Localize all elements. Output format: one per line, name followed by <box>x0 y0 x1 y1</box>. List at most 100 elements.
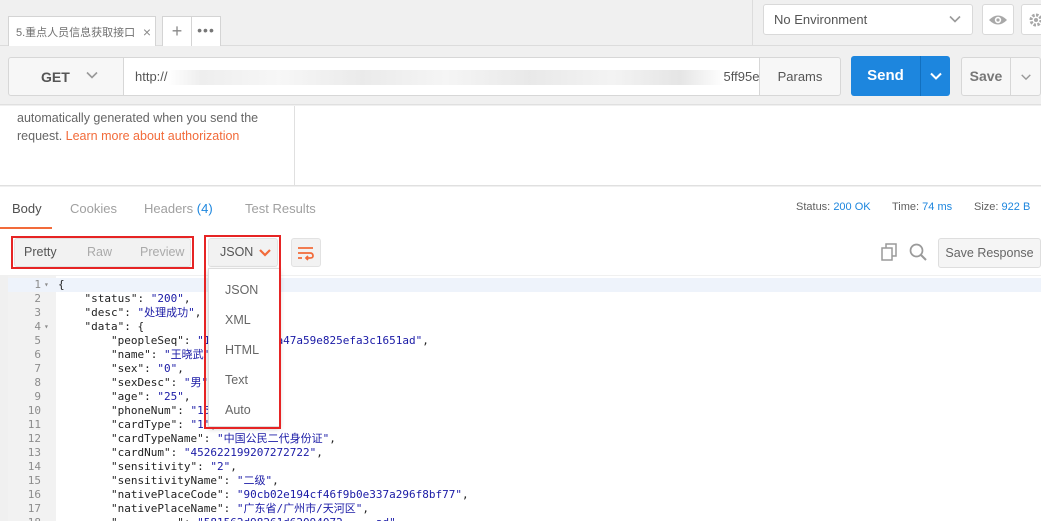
save-response-button[interactable]: Save Response <box>938 238 1041 268</box>
line-number: 14 <box>27 460 41 473</box>
copy-response-button[interactable] <box>878 241 900 263</box>
code-line: 14 "sensitivity": "2", <box>8 460 1041 474</box>
settings-button[interactable] <box>1021 4 1041 35</box>
method-select[interactable]: GET <box>8 57 124 96</box>
code-line: 2 "status": "200", <box>8 292 1041 306</box>
line-number: 1 <box>34 278 41 291</box>
fold-toggle-icon[interactable]: ▾ <box>44 320 54 334</box>
code-text: "sensitivity": "2", <box>110 460 237 473</box>
code-text: "nativePlaceName": "广东省/广州市/天河区", <box>110 502 369 515</box>
chevron-down-icon <box>929 72 942 80</box>
code-line: 7 "sex": "0", <box>8 362 1041 376</box>
url-redacted <box>167 70 724 86</box>
tab-headers[interactable]: Headers (4) <box>144 201 213 216</box>
size-value: 922 B <box>1001 201 1031 213</box>
line-number: 2 <box>34 292 41 305</box>
code-text: " ": "581562d98261d62094072 ad" <box>58 516 396 521</box>
url-prefix: http:// <box>135 69 168 84</box>
code-text: "name": "王晓武", <box>110 348 217 361</box>
send-options-button[interactable] <box>920 56 950 96</box>
line-number: 10 <box>27 404 41 417</box>
params-button[interactable]: Params <box>759 57 841 96</box>
code-line: 17 "nativePlaceName": "广东省/广州市/天河区", <box>8 502 1041 516</box>
code-line: 10 "phoneNum": "15", <box>8 404 1041 418</box>
code-line: 6 "name": "王晓武", <box>8 348 1041 362</box>
code-text: "status": "200", <box>84 292 191 305</box>
line-number: 7 <box>34 362 41 375</box>
line-number: 17 <box>27 502 41 515</box>
line-number: 13 <box>27 446 41 459</box>
search-icon <box>909 243 927 261</box>
code-line: 1 ▾ { <box>8 278 1041 292</box>
code-text: "sexDesc": "男", <box>110 376 215 389</box>
code-text: "age": "25", <box>110 390 191 403</box>
line-number: 3 <box>34 306 41 319</box>
more-tabs-button[interactable]: ••• <box>192 16 221 46</box>
environment-quick-look-button[interactable] <box>982 4 1014 35</box>
copy-icon <box>881 243 897 261</box>
save-options-button[interactable] <box>1010 57 1041 96</box>
time-meta: Time: 74 ms <box>892 201 952 213</box>
wrap-lines-icon <box>298 246 314 261</box>
method-label: GET <box>41 68 70 85</box>
tab-test-results[interactable]: Test Results <box>245 201 316 216</box>
tab-body[interactable]: Body <box>12 201 42 216</box>
annotation-highlight-box <box>11 236 194 269</box>
environment-select[interactable]: No Environment <box>763 4 973 35</box>
auth-helper-panel: automatically generated when you send th… <box>0 106 1041 186</box>
url-input[interactable]: http:// 5ff95e... <box>123 57 760 96</box>
chevron-down-icon <box>949 15 961 23</box>
annotation-highlight-box <box>204 235 281 429</box>
code-line: 3 "desc": "处理成功", <box>8 306 1041 320</box>
add-tab-button[interactable]: + <box>162 16 192 46</box>
close-icon[interactable]: × <box>139 24 155 40</box>
request-tab[interactable]: 5.重点人员信息获取接口 × <box>8 16 156 46</box>
status-label: Status: <box>796 201 831 213</box>
code-line: 12 "cardTypeName": "中国公民二代身份证", <box>8 432 1041 446</box>
search-response-button[interactable] <box>907 241 929 263</box>
time-label: Time: <box>892 201 920 213</box>
code-line: 5 "peopleSeq": "1 a47a59e825efa3c1651ad"… <box>8 334 1041 348</box>
line-number: 15 <box>27 474 41 487</box>
code-text: "nativePlaceCode": "90cb02e194cf46f9b0e3… <box>110 488 469 501</box>
line-number: 12 <box>27 432 41 445</box>
code-text: "cardTypeName": "中国公民二代身份证", <box>110 432 336 445</box>
response-body-editor[interactable]: 1 ▾{2 "status": "200", 3 "desc": "处理成功", 4 ▾… <box>8 276 1041 521</box>
code-line: 11 "cardType": "1", <box>8 418 1041 432</box>
url-suffix: 5ff95e... <box>723 69 760 84</box>
size-label: Size: <box>974 201 999 213</box>
line-number: 6 <box>34 348 41 361</box>
send-button[interactable]: Send <box>851 56 920 96</box>
code-line: 4 ▾ "data": { <box>8 320 1041 334</box>
divider <box>752 0 753 46</box>
code-text: "cardNum": "452622199207272722", <box>110 446 323 459</box>
code-text: "sex": "0", <box>110 362 184 375</box>
request-tab-title[interactable]: 5.重点人员信息获取接口 <box>16 24 139 40</box>
save-button[interactable]: Save <box>961 57 1011 96</box>
auth-learn-more-link[interactable]: Learn more about authorization <box>66 129 240 143</box>
eye-icon <box>989 15 1007 24</box>
wrap-lines-button[interactable] <box>291 238 321 267</box>
code-text: "desc": "处理成功", <box>84 306 202 319</box>
code-line: 16 "nativePlaceCode": "90cb02e194cf46f9b… <box>8 488 1041 502</box>
code-text: "phoneNum": "15", <box>110 404 224 417</box>
code-line: 8 "sexDesc": "男", <box>8 376 1041 390</box>
tab-bar: 5.重点人员信息获取接口 × + ••• No Environment <box>0 0 1041 46</box>
size-meta: Size: 922 B <box>974 201 1030 213</box>
status-value: 200 OK <box>833 201 871 213</box>
code-text: "data": { <box>84 320 145 333</box>
chevron-down-icon <box>86 71 98 79</box>
headers-count-badge: (4) <box>196 201 213 216</box>
line-number: 16 <box>27 488 41 501</box>
request-url-bar: GET http:// 5ff95e... Params Send Save <box>0 47 1041 105</box>
time-value: 74 ms <box>922 201 953 213</box>
line-number: 9 <box>34 390 41 403</box>
auth-helper-text: automatically generated when you send th… <box>0 106 295 186</box>
tab-cookies[interactable]: Cookies <box>70 201 117 216</box>
fold-toggle-icon[interactable]: ▾ <box>44 278 54 292</box>
environment-label: No Environment <box>774 12 868 27</box>
response-toolbar: Pretty Raw Preview JSON Save Response <box>0 229 1041 275</box>
tab-headers-label: Headers <box>144 201 194 216</box>
chevron-down-icon <box>1020 73 1031 80</box>
code-text: "cardType": "1", <box>110 418 217 431</box>
